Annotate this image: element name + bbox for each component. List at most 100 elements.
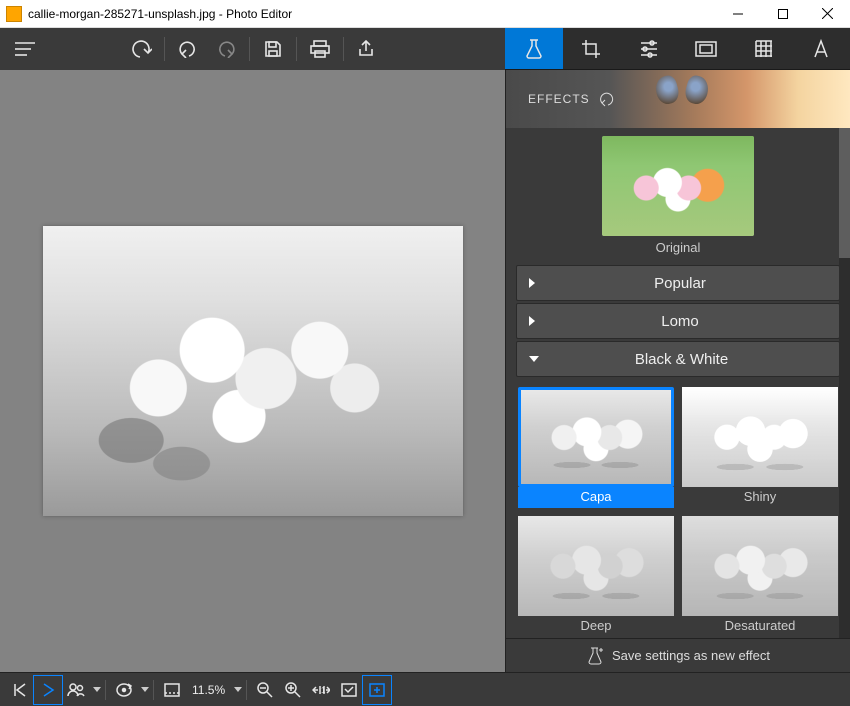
effect-shiny[interactable]: Shiny	[682, 387, 838, 508]
category-label: Popular	[545, 275, 815, 292]
flask-icon	[524, 38, 544, 60]
effects-tab[interactable]	[505, 28, 563, 69]
play-button[interactable]	[34, 676, 62, 704]
maximize-button[interactable]	[760, 0, 805, 27]
panel-header: EFFECTS	[506, 70, 850, 128]
original-thumbnail[interactable]	[602, 136, 754, 236]
category-label: Black & White	[548, 351, 815, 368]
reset-icon[interactable]	[598, 91, 616, 107]
effect-thumbnail	[518, 516, 674, 616]
panel-header-label: EFFECTS	[528, 92, 590, 106]
effect-thumbnail	[682, 516, 838, 616]
print-icon	[310, 40, 330, 58]
rotate-dropdown-icon[interactable]	[141, 687, 149, 692]
print-button[interactable]	[301, 29, 339, 69]
category-label: Lomo	[545, 313, 815, 330]
undo-step-button[interactable]	[169, 29, 207, 69]
rotate-icon	[115, 682, 133, 698]
main-toolbar	[0, 28, 505, 70]
chevron-down-icon	[529, 356, 539, 362]
effect-label: Shiny	[682, 487, 838, 508]
scrollbar-thumb[interactable]	[839, 128, 850, 258]
fit-width-icon: 1	[312, 683, 330, 697]
people-icon	[67, 683, 85, 697]
first-icon	[13, 683, 27, 697]
separator	[296, 37, 297, 61]
people-button[interactable]	[62, 676, 90, 704]
chevron-right-icon	[529, 278, 535, 288]
category-lomo[interactable]: Lomo	[516, 303, 840, 339]
effect-deep[interactable]: Deep	[518, 516, 674, 637]
redo-step-button[interactable]	[207, 29, 245, 69]
menu-icon	[15, 42, 35, 56]
effects-panel: EFFECTS Original Popular Lomo	[505, 70, 850, 672]
people-dropdown-icon[interactable]	[93, 687, 101, 692]
effect-thumbnail	[682, 387, 838, 487]
zoom-dropdown-icon[interactable]	[234, 687, 242, 692]
adjust-tab[interactable]	[620, 28, 678, 69]
canvas-image	[43, 226, 463, 516]
menu-button[interactable]	[6, 29, 44, 69]
effect-label: Deep	[518, 616, 674, 637]
sliders-icon	[639, 40, 659, 58]
sharpen-tab[interactable]	[735, 28, 793, 69]
separator	[164, 37, 165, 61]
vignette-tab[interactable]	[678, 28, 736, 69]
minimize-button[interactable]	[715, 0, 760, 27]
effect-thumbnail	[518, 387, 674, 487]
save-icon	[264, 40, 282, 58]
category-popular[interactable]: Popular	[516, 265, 840, 301]
category-black-white[interactable]: Black & White	[516, 341, 840, 377]
separator	[343, 37, 344, 61]
scrollbar-track[interactable]	[839, 128, 850, 638]
fit-width-button[interactable]: 1	[307, 676, 335, 704]
fit-screen-button[interactable]	[335, 676, 363, 704]
separator	[105, 680, 106, 700]
butterfly-decoration	[656, 76, 708, 116]
vignette-icon	[695, 41, 717, 57]
actual-size-button[interactable]	[363, 676, 391, 704]
original-label: Original	[516, 240, 840, 255]
maximize-icon	[778, 9, 788, 19]
title-bar: callie-morgan-285271-unsplash.jpg - Phot…	[0, 0, 850, 28]
effect-label: Desaturated	[682, 616, 838, 637]
window-controls	[715, 0, 850, 27]
window-title: callie-morgan-285271-unsplash.jpg - Phot…	[28, 7, 715, 21]
zoom-out-icon	[257, 682, 273, 698]
save-button[interactable]	[254, 29, 292, 69]
effect-capa[interactable]: Capa	[518, 387, 674, 508]
zoom-out-button[interactable]	[251, 676, 279, 704]
text-icon	[812, 39, 830, 59]
grid-icon	[754, 39, 774, 59]
separator	[153, 680, 154, 700]
zoom-in-icon	[285, 682, 301, 698]
effects-grid: Capa Shiny Deep Desaturated	[516, 379, 840, 638]
minimize-icon	[733, 9, 743, 19]
canvas-area[interactable]	[0, 70, 505, 672]
undo-button[interactable]	[122, 29, 160, 69]
save-effect-label: Save settings as new effect	[612, 648, 770, 663]
crop-tab[interactable]	[563, 28, 621, 69]
close-button[interactable]	[805, 0, 850, 27]
body: EFFECTS Original Popular Lomo	[0, 70, 850, 672]
save-effect-button[interactable]: Save settings as new effect	[506, 638, 850, 672]
separator	[249, 37, 250, 61]
panel-scroll: Original Popular Lomo Black & White	[506, 128, 850, 638]
actual-size-icon	[369, 683, 385, 697]
flask-plus-icon	[586, 646, 604, 666]
rotate-button[interactable]	[110, 676, 138, 704]
canvas-size-button[interactable]	[158, 676, 186, 704]
chevron-right-icon	[529, 316, 535, 326]
undo-icon	[130, 39, 152, 59]
effect-desaturated[interactable]: Desaturated	[682, 516, 838, 637]
first-button[interactable]	[6, 676, 34, 704]
text-tab[interactable]	[793, 28, 850, 69]
share-button[interactable]	[348, 29, 386, 69]
side-tool-tabs	[505, 28, 850, 70]
zoom-in-button[interactable]	[279, 676, 307, 704]
share-icon	[357, 40, 377, 58]
separator	[246, 680, 247, 700]
play-icon	[41, 683, 55, 697]
canvas-icon	[164, 683, 180, 697]
zoom-level[interactable]: 11.5%	[186, 683, 231, 697]
